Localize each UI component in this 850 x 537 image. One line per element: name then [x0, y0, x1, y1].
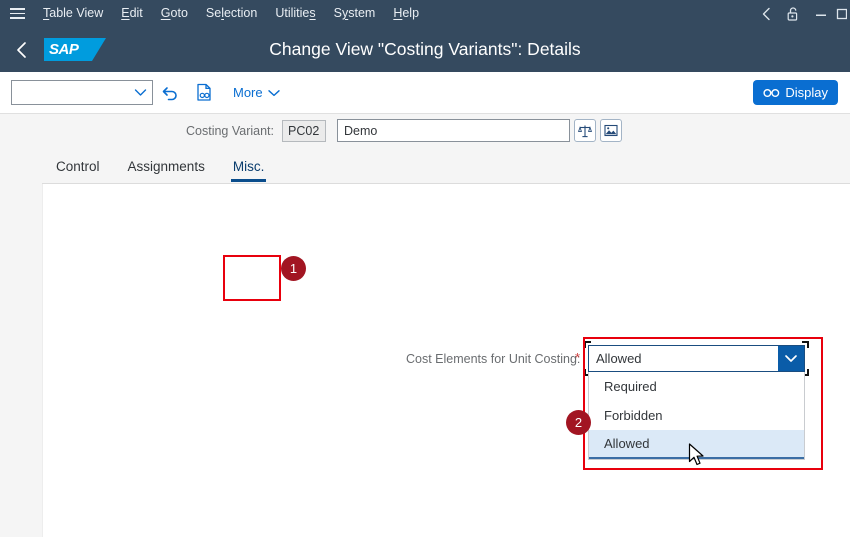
dropdown-option-label: Allowed — [604, 436, 650, 451]
menu-item-help[interactable]: Help — [384, 0, 428, 27]
dropdown-option-allowed[interactable]: Allowed — [589, 430, 804, 459]
more-menu-button[interactable]: More — [227, 82, 286, 103]
display-button[interactable]: Display — [753, 80, 838, 105]
balance-scales-icon[interactable] — [574, 119, 597, 142]
menu-item-table-view[interactable]: Table View — [34, 0, 112, 27]
shell-bar: SAP Change View "Costing Variants": Deta… — [0, 27, 850, 72]
menu-item-edit[interactable]: Edit — [112, 0, 152, 27]
chevron-down-icon — [267, 89, 280, 96]
tab-strip: Control Assignments Misc. — [42, 148, 850, 184]
maximize-icon[interactable] — [834, 0, 848, 27]
picture-icon[interactable] — [600, 119, 623, 142]
chevron-down-icon[interactable] — [134, 88, 147, 97]
menu-item-system[interactable]: System — [325, 0, 385, 27]
tab-assignments[interactable]: Assignments — [114, 159, 219, 183]
annotation-badge-1: 1 — [281, 256, 306, 281]
glasses-icon — [763, 88, 780, 97]
cost-elements-combo-value[interactable]: Allowed — [588, 345, 805, 372]
dropdown-option-label: Required — [604, 379, 657, 394]
minimize-icon[interactable] — [807, 0, 834, 27]
tab-active-underline — [230, 179, 267, 182]
tab-assignments-label: Assignments — [127, 159, 205, 174]
dropdown-option-label: Forbidden — [604, 408, 663, 423]
sap-gui-window: Table View Edit Goto Selection Utilities… — [0, 0, 850, 537]
window-controls — [753, 0, 850, 27]
cost-elements-combo-box[interactable]: Allowed — [584, 341, 809, 376]
menu-item-selection[interactable]: Selection — [197, 0, 266, 27]
menu-item-goto[interactable]: Goto — [152, 0, 197, 27]
sap-logo-triangle — [92, 38, 106, 61]
cost-elements-field-label: Cost Elements for Unit Costing: — [406, 352, 581, 366]
sap-logo-text: SAP — [49, 41, 79, 58]
costing-variant-key-field[interactable]: PC02 — [282, 119, 327, 142]
toolbar-combo-box[interactable] — [11, 80, 153, 105]
menu-bar: Table View Edit Goto Selection Utilities… — [0, 0, 850, 27]
back-chevron-icon[interactable] — [0, 27, 44, 72]
dropdown-option-required[interactable]: Required — [589, 372, 804, 401]
tab-misc[interactable]: Misc. — [219, 159, 279, 183]
application-toolbar: More Display — [0, 72, 850, 114]
tab-control[interactable]: Control — [42, 159, 114, 183]
back-chevron-icon[interactable] — [753, 0, 780, 27]
tab-misc-label: Misc. — [232, 159, 265, 174]
more-menu-label: More — [233, 85, 263, 100]
chevron-down-icon[interactable] — [778, 346, 804, 371]
costing-variant-label: Costing Variant: — [186, 123, 275, 138]
annotation-badge-2: 2 — [566, 410, 591, 435]
focus-corner-top-right — [802, 341, 809, 348]
costing-variant-row: Costing Variant: PC02 Demo — [186, 119, 623, 142]
tab-control-label: Control — [56, 159, 100, 174]
document-glasses-icon[interactable] — [187, 78, 221, 108]
undo-arrow-icon[interactable] — [153, 78, 187, 108]
page-title: Change View "Costing Variants": Details — [269, 39, 581, 59]
display-button-label: Display — [785, 85, 828, 100]
required-marker: * — [575, 350, 581, 365]
cost-elements-dropdown-list: Required Forbidden Allowed — [588, 372, 805, 460]
menu-item-utilities[interactable]: Utilities — [266, 0, 324, 27]
focus-corner-top-left — [584, 341, 591, 348]
costing-variant-description-input[interactable]: Demo — [337, 119, 571, 142]
sap-logo[interactable]: SAP — [44, 38, 106, 61]
dropdown-option-forbidden[interactable]: Forbidden — [589, 401, 804, 430]
unlock-icon[interactable] — [780, 0, 807, 27]
hamburger-menu-icon[interactable] — [0, 0, 34, 27]
